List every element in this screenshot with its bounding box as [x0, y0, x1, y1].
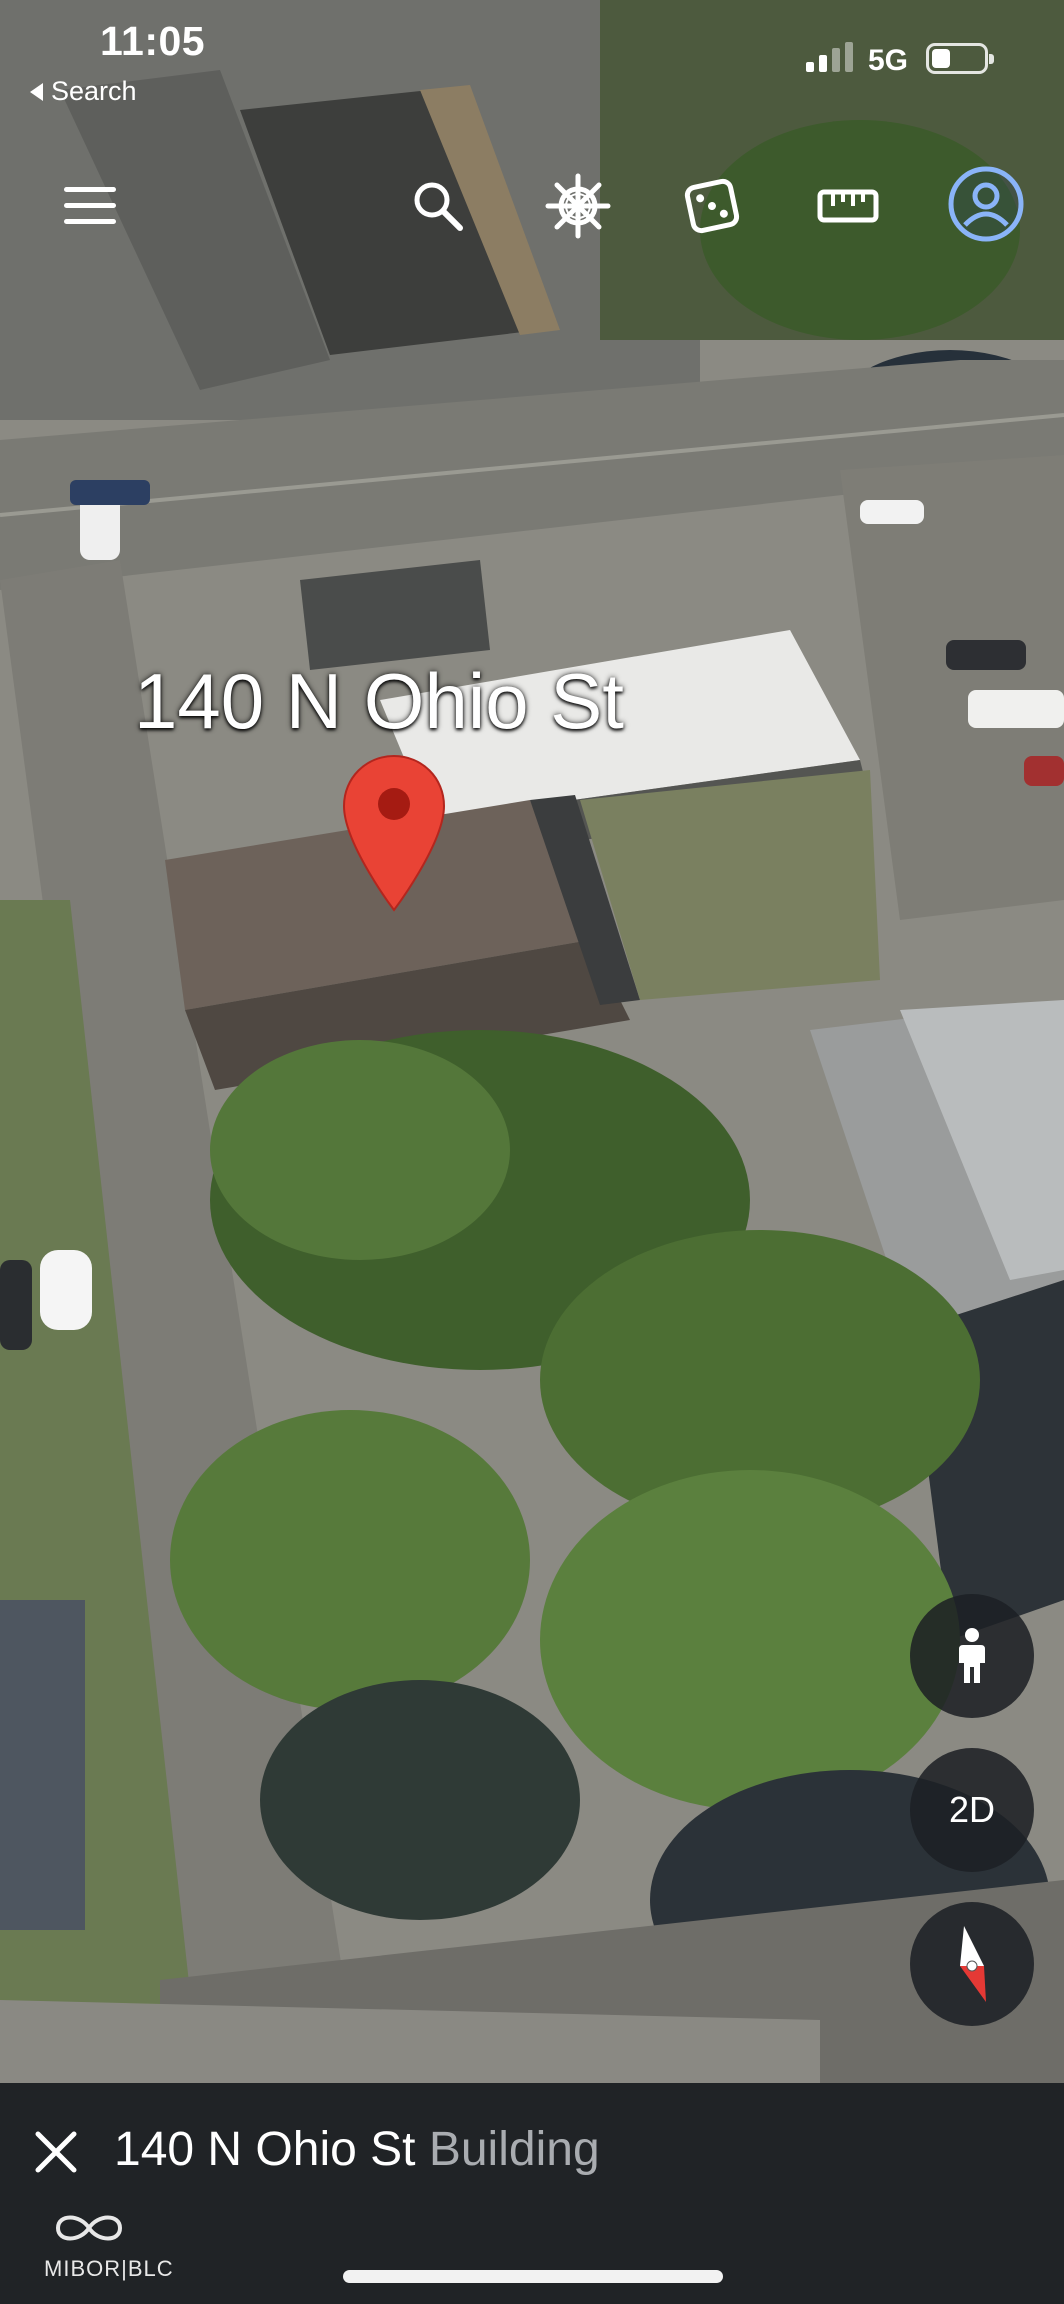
- map-place-label[interactable]: 140 N Ohio St: [134, 656, 624, 747]
- voyager-button[interactable]: [540, 168, 616, 244]
- close-icon: [35, 2131, 77, 2173]
- search-button[interactable]: [400, 168, 476, 244]
- satellite-imagery: [0, 0, 1064, 2083]
- place-type: Building: [428, 2123, 600, 2176]
- location-pin-icon[interactable]: [340, 752, 448, 914]
- battery-icon: [926, 43, 994, 74]
- map-view[interactable]: [0, 0, 1064, 2083]
- ruler-icon: [817, 189, 879, 223]
- account-icon: [948, 166, 1024, 242]
- menu-button[interactable]: [52, 168, 128, 244]
- compass-button[interactable]: [910, 1902, 1034, 2026]
- place-title[interactable]: 140 N Ohio St Building: [114, 2122, 600, 2177]
- search-icon: [414, 182, 463, 231]
- measure-button[interactable]: [810, 168, 886, 244]
- status-time: 11:05: [100, 18, 206, 64]
- back-label: Search: [51, 76, 137, 106]
- compass-icon: [960, 1926, 986, 2002]
- account-button[interactable]: [946, 164, 1026, 244]
- battery-level: [932, 49, 950, 68]
- battery-nub: [989, 54, 994, 64]
- pegman-icon: [959, 1628, 985, 1683]
- cellular-signal-icon: [806, 42, 853, 72]
- street-view-button[interactable]: [910, 1594, 1034, 1718]
- menu-icon: [64, 187, 116, 224]
- view-mode-label: 2D: [948, 1789, 996, 1830]
- feeling-lucky-button[interactable]: [674, 168, 750, 244]
- close-place-button[interactable]: [28, 2124, 84, 2180]
- voyager-wheel-icon: [545, 173, 611, 239]
- home-indicator[interactable]: [343, 2270, 723, 2283]
- back-to-search-link[interactable]: Search: [30, 76, 137, 107]
- back-arrow-icon: [30, 82, 43, 101]
- network-type: 5G: [868, 44, 909, 77]
- logo-text: MIBOR|BLC: [44, 2256, 174, 2281]
- view-mode-toggle[interactable]: 2D: [910, 1748, 1034, 1872]
- dice-icon: [684, 178, 740, 234]
- place-name: 140 N Ohio St: [114, 2123, 416, 2176]
